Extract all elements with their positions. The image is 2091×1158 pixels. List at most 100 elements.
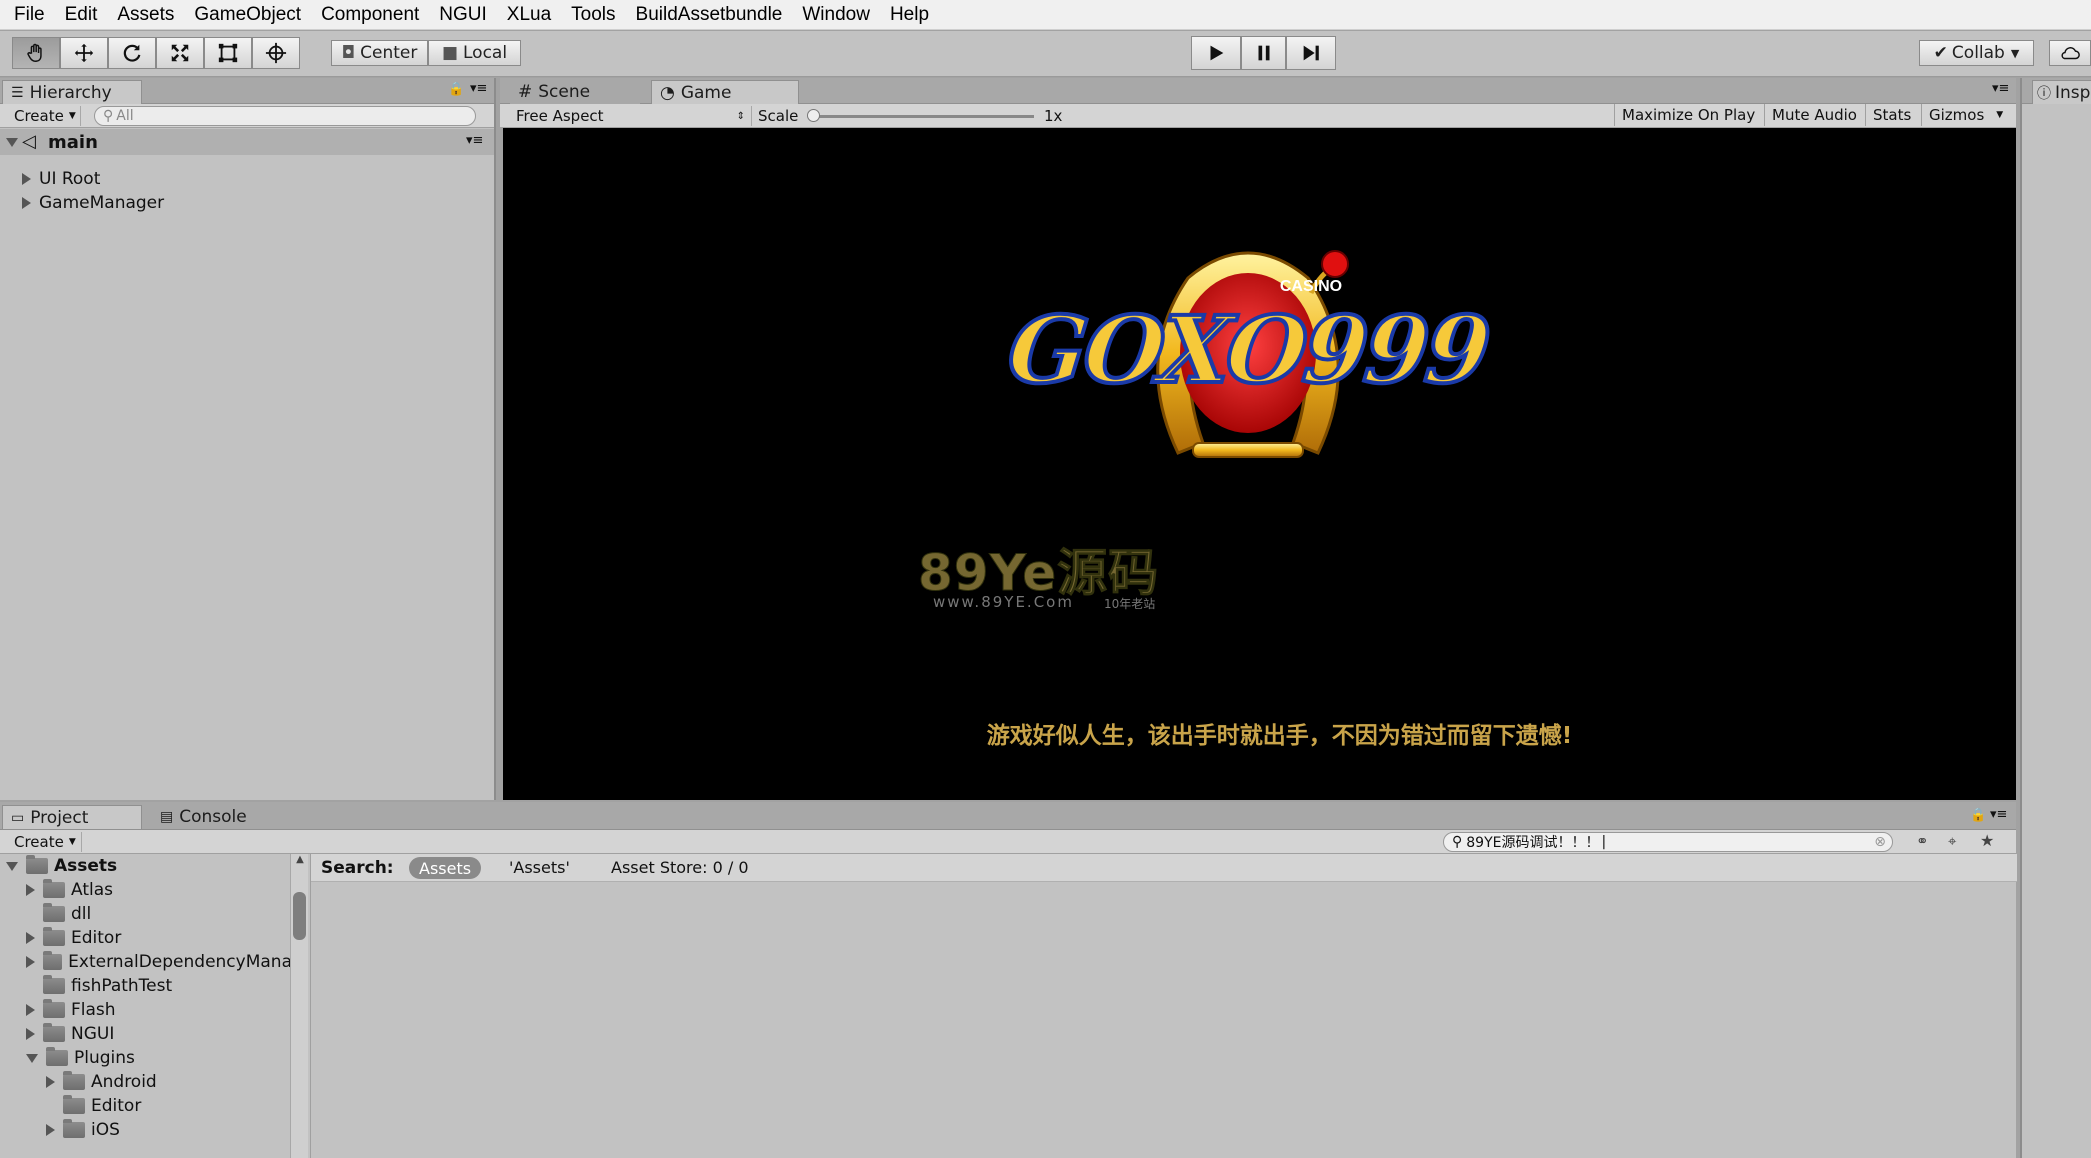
tab-inspector[interactable]: ⓘ Insp bbox=[2032, 80, 2091, 104]
step-button[interactable] bbox=[1286, 36, 1336, 70]
expand-arrow-icon[interactable] bbox=[26, 1053, 38, 1063]
expand-arrow-icon[interactable] bbox=[22, 197, 31, 209]
asset-store-filter[interactable]: Asset Store: 0 / 0 bbox=[611, 858, 749, 877]
hand-tool-button[interactable] bbox=[12, 37, 60, 69]
expand-arrow-icon[interactable] bbox=[26, 956, 35, 968]
project-tree-item[interactable]: ExternalDependencyMana bbox=[26, 950, 292, 974]
project-search-input[interactable]: ⚲ 89YE源码调试！！！ | ⊗ bbox=[1443, 832, 1893, 852]
project-create-dropdown[interactable]: Create ▼ bbox=[6, 832, 82, 852]
project-tree-item[interactable]: Editor bbox=[46, 1094, 292, 1118]
cloud-button[interactable] bbox=[2049, 40, 2091, 66]
scale-icon bbox=[171, 44, 189, 62]
menu-item-edit[interactable]: Edit bbox=[55, 4, 108, 26]
pivot-center-button[interactable]: ◘ Center bbox=[331, 40, 428, 66]
expand-arrow-icon[interactable] bbox=[6, 861, 18, 871]
folder-icon bbox=[63, 1119, 85, 1138]
expand-arrow-icon[interactable] bbox=[6, 138, 18, 147]
tab-scene[interactable]: # Scene bbox=[510, 80, 640, 104]
filter-label-icon[interactable]: ⌖ bbox=[1948, 832, 1956, 850]
info-icon: ⓘ bbox=[2037, 85, 2051, 102]
move-tool-button[interactable] bbox=[60, 37, 108, 69]
menu-item-component[interactable]: Component bbox=[311, 4, 429, 26]
expand-arrow-icon[interactable] bbox=[26, 1004, 35, 1016]
menu-item-gameobject[interactable]: GameObject bbox=[184, 4, 311, 26]
rect-tool-button[interactable] bbox=[204, 37, 252, 69]
menu-item-ngui[interactable]: NGUI bbox=[429, 4, 497, 26]
scale-slider-handle[interactable] bbox=[807, 109, 820, 122]
menu-item-assets[interactable]: Assets bbox=[107, 4, 184, 26]
project-tree-item[interactable]: Editor bbox=[26, 926, 292, 950]
project-tree-item[interactable]: Flash bbox=[26, 998, 292, 1022]
pause-button[interactable] bbox=[1241, 36, 1286, 70]
menu-item-buildassetbundle[interactable]: BuildAssetbundle bbox=[626, 4, 793, 26]
menu-item-tools[interactable]: Tools bbox=[561, 4, 625, 26]
filter-assets-quoted[interactable]: 'Assets' bbox=[509, 858, 570, 877]
game-viewport[interactable]: CASINO GOXO999 89Ye源码 www.89YE.Com 10年老站… bbox=[503, 128, 2016, 800]
expand-arrow-icon[interactable] bbox=[22, 173, 31, 185]
scene-menu-icon[interactable]: ▾≡ bbox=[466, 133, 483, 148]
project-tree-item[interactable]: fishPathTest bbox=[26, 974, 292, 998]
menu-item-xlua[interactable]: XLua bbox=[497, 4, 561, 26]
scale-tool-button[interactable] bbox=[156, 37, 204, 69]
grid-icon: # bbox=[518, 82, 533, 102]
hierarchy-item[interactable]: UI Root bbox=[22, 167, 100, 191]
project-tree-item[interactable]: NGUI bbox=[26, 1022, 292, 1046]
tab-game[interactable]: ◔ Game bbox=[651, 80, 799, 104]
transform-tool-button[interactable] bbox=[252, 37, 300, 69]
pivot-local-button[interactable]: ■ Local bbox=[428, 40, 521, 66]
project-tree-item[interactable]: Android bbox=[46, 1070, 292, 1094]
filter-type-icon[interactable]: ⚭ bbox=[1916, 832, 1929, 850]
project-tree-item[interactable]: Plugins bbox=[26, 1046, 292, 1070]
project-tree-label: ExternalDependencyMana bbox=[68, 952, 292, 972]
tab-console[interactable]: ▤ Console bbox=[152, 805, 282, 829]
create-label: Create bbox=[14, 107, 64, 125]
hierarchy-item[interactable]: GameManager bbox=[22, 191, 164, 215]
scroll-up-icon[interactable]: ▲ bbox=[292, 854, 308, 865]
text-cursor: | bbox=[1601, 834, 1607, 850]
list-icon: ☰ bbox=[11, 84, 24, 101]
menu-item-help[interactable]: Help bbox=[880, 4, 939, 26]
mute-audio-button[interactable]: Mute Audio bbox=[1764, 104, 1864, 126]
play-button[interactable] bbox=[1191, 36, 1241, 70]
project-subbar: Create ▼ ⚲ 89YE源码调试！！！ | ⊗ ⚭ ⌖ ★ bbox=[0, 830, 2016, 854]
scene-row[interactable]: ◁ main ▾≡ bbox=[0, 129, 494, 155]
project-tree-item[interactable]: dll bbox=[26, 902, 292, 926]
project-tree-item[interactable]: Assets bbox=[6, 854, 292, 878]
menu-item-file[interactable]: File bbox=[4, 4, 55, 26]
folder-icon bbox=[43, 999, 65, 1018]
folder-icon bbox=[43, 927, 65, 946]
lock-icon[interactable]: 🔒 bbox=[1970, 808, 1986, 823]
tree-scrollbar[interactable]: ▲ bbox=[290, 854, 308, 1158]
panel-menu-icon[interactable]: ▾≡ bbox=[1990, 807, 2007, 822]
clear-search-icon[interactable]: ⊗ bbox=[1874, 834, 1886, 850]
expand-arrow-icon[interactable] bbox=[26, 884, 35, 896]
favorite-star-icon[interactable]: ★ bbox=[1980, 831, 1994, 850]
aspect-dropdown[interactable]: Free Aspect ⇕ bbox=[508, 106, 752, 126]
folder-icon: ▭ bbox=[11, 809, 25, 826]
maximize-on-play-button[interactable]: Maximize On Play bbox=[1614, 104, 1762, 126]
stats-button[interactable]: Stats bbox=[1865, 104, 1918, 126]
expand-arrow-icon[interactable] bbox=[26, 1028, 35, 1040]
panel-menu-icon[interactable]: ▾≡ bbox=[470, 81, 487, 96]
scroll-thumb[interactable] bbox=[293, 892, 306, 940]
filter-assets-chip[interactable]: Assets bbox=[409, 857, 482, 879]
lock-icon[interactable]: 🔒 bbox=[448, 82, 464, 97]
gizmos-button[interactable]: Gizmos ▼ bbox=[1921, 104, 2010, 126]
expand-arrow-icon[interactable] bbox=[46, 1076, 55, 1088]
panel-menu-icon[interactable]: ▾≡ bbox=[1992, 81, 2009, 96]
scale-slider[interactable] bbox=[812, 115, 1034, 118]
expand-arrow-icon[interactable] bbox=[46, 1124, 55, 1136]
pivot-icon: ◘ bbox=[341, 43, 356, 63]
project-tabbar: ▭ Project ▤ Console 🔒 ▾≡ bbox=[0, 802, 2016, 830]
project-tree-item[interactable]: Atlas bbox=[26, 878, 292, 902]
rotate-tool-button[interactable] bbox=[108, 37, 156, 69]
tab-project[interactable]: ▭ Project bbox=[2, 805, 142, 829]
transform-icon bbox=[265, 42, 287, 64]
tab-hierarchy[interactable]: ☰ Hierarchy bbox=[2, 80, 142, 104]
hierarchy-create-dropdown[interactable]: Create ▼ bbox=[6, 106, 81, 126]
project-tree-item[interactable]: iOS bbox=[46, 1118, 292, 1142]
collab-button[interactable]: ✔ Collab ▼ bbox=[1919, 40, 2034, 66]
menu-item-window[interactable]: Window bbox=[792, 4, 880, 26]
hierarchy-search-input[interactable]: ⚲ All bbox=[94, 106, 476, 126]
expand-arrow-icon[interactable] bbox=[26, 932, 35, 944]
